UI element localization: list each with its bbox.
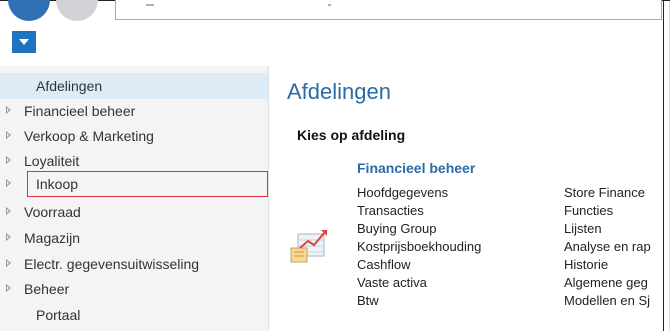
sidebar-item-inkoop[interactable]: Inkoop: [0, 171, 268, 197]
chevron-down-icon: [19, 39, 29, 45]
expand-triangle-icon[interactable]: [6, 284, 11, 292]
link-hoofdgegevens[interactable]: Hoofdgegevens: [357, 185, 448, 204]
link-store-finance[interactable]: Store Finance: [564, 185, 645, 204]
expand-triangle-icon[interactable]: [6, 207, 11, 215]
sidebar-item-financieel-beheer[interactable]: Financieel beheer: [0, 98, 268, 124]
link-lijsten[interactable]: Lijsten: [564, 221, 602, 240]
sidebar-item-label: Beheer: [24, 281, 70, 297]
sidebar-item-label: Verkoop & Marketing: [24, 128, 154, 144]
page-title: Afdelingen: [287, 79, 391, 104]
link-analyse[interactable]: Analyse en rap: [564, 239, 651, 258]
link-functies[interactable]: Functies: [564, 203, 613, 222]
group-title-link[interactable]: Financieel beheer: [357, 160, 475, 176]
sidebar-item-voorraad[interactable]: Voorraad: [0, 199, 268, 225]
link-kostprijsboekhouding[interactable]: Kostprijsboekhouding: [357, 239, 481, 258]
chart-icon: [289, 222, 331, 269]
sidebar-item-label: Afdelingen: [36, 78, 103, 94]
sidebar-item-edi[interactable]: Electr. gegevensuitwisseling: [0, 251, 268, 277]
sidebar-item-label: Loyaliteit: [24, 153, 80, 169]
expand-triangle-icon[interactable]: [6, 259, 11, 267]
link-transacties[interactable]: Transacties: [357, 203, 424, 222]
address-marker: [328, 4, 331, 6]
link-algemene-gegevens[interactable]: Algemene geg: [564, 275, 648, 294]
top-bar: [0, 0, 670, 55]
expand-triangle-icon[interactable]: [6, 131, 11, 139]
forward-button[interactable]: [56, 0, 98, 21]
sidebar-item-label: Financieel beheer: [24, 103, 136, 119]
menu-button[interactable]: [12, 31, 36, 53]
address-bar[interactable]: [115, 0, 662, 20]
address-separator: [146, 4, 154, 6]
navigation-pane: Afdelingen Financieel beheer Verkoop & M…: [0, 66, 269, 331]
sidebar-item-label: Inkoop: [36, 176, 79, 192]
sidebar-item-label: Electr. gegevensuitwisseling: [24, 256, 200, 272]
sidebar-item-verkoop-marketing[interactable]: Verkoop & Marketing: [0, 123, 268, 149]
expand-triangle-icon[interactable]: [6, 233, 11, 241]
sidebar-item-label: Magazijn: [24, 230, 81, 246]
sidebar-item-label: Voorraad: [24, 204, 81, 220]
expand-triangle-icon[interactable]: [6, 179, 11, 187]
section-subtitle: Kies op afdeling: [297, 127, 406, 143]
expand-triangle-icon[interactable]: [6, 106, 11, 114]
sidebar-item-afdelingen[interactable]: Afdelingen: [0, 73, 268, 99]
back-button[interactable]: [8, 0, 50, 21]
link-vaste-activa[interactable]: Vaste activa: [357, 275, 427, 294]
sidebar-item-beheer[interactable]: Beheer: [0, 276, 268, 302]
link-historie[interactable]: Historie: [564, 257, 608, 276]
sidebar-item-magazijn[interactable]: Magazijn: [0, 225, 268, 251]
expand-triangle-icon[interactable]: [6, 156, 11, 164]
link-buying-group[interactable]: Buying Group: [357, 221, 437, 240]
right-border: [663, 1, 664, 331]
link-cashflow[interactable]: Cashflow: [357, 257, 410, 276]
link-column-2: Store Finance Functies Lijsten Analyse e…: [564, 185, 662, 315]
link-btw[interactable]: Btw: [357, 293, 379, 312]
sidebar-item-portaal[interactable]: Portaal: [0, 302, 268, 328]
link-modellen[interactable]: Modellen en Sj: [564, 293, 650, 312]
sidebar-item-label: Portaal: [36, 307, 81, 323]
